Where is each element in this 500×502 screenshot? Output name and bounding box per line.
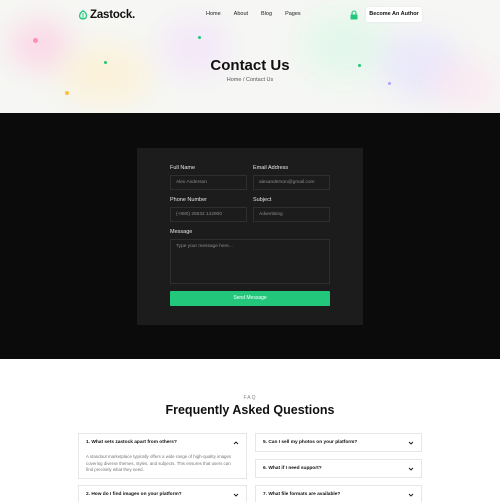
phone-label: Phone Number	[170, 197, 207, 203]
contact-section: Full Name Alex Anderson Email Address al…	[0, 113, 500, 359]
faq-title: Frequently Asked Questions	[165, 403, 335, 417]
full-name-field[interactable]: Alex Anderson	[170, 175, 247, 190]
chevron-down-icon[interactable]	[233, 492, 239, 498]
phone-field[interactable]: (+880) 25632 142900	[170, 207, 247, 222]
top-nav: Zastock. Home About Blog Pages Become An…	[0, 6, 500, 26]
subject-label: Subject	[253, 197, 272, 203]
logo[interactable]: Zastock.	[78, 9, 135, 21]
become-author-button[interactable]: Become An Author	[366, 7, 422, 22]
faq-item-5[interactable]: 5. Can I sell my photos on your platform…	[255, 433, 422, 452]
message-label: Message	[170, 229, 193, 235]
menu-item-home[interactable]: Home	[206, 11, 221, 17]
faq-question[interactable]: 2. How do I find images on your platform…	[86, 492, 182, 497]
faq-item-6[interactable]: 6. What if I need support?	[255, 459, 422, 478]
faq-question[interactable]: 5. Can I sell my photos on your platform…	[263, 440, 357, 445]
chevron-down-icon[interactable]	[408, 466, 414, 472]
menu-item-about[interactable]: About	[234, 11, 248, 17]
faq-eyebrow: FAQ	[243, 395, 257, 401]
faq-question[interactable]: 1. What sets zastock apart from others?	[86, 440, 177, 445]
decor-blob	[60, 45, 150, 105]
lock-icon[interactable]	[349, 10, 359, 20]
faq-question[interactable]: 6. What if I need support?	[263, 466, 322, 471]
faq-item-2[interactable]: 2. How do I find images on your platform…	[78, 485, 247, 502]
breadcrumb: Home / Contact Us	[226, 77, 274, 83]
menu-item-pages[interactable]: Pages	[285, 11, 301, 17]
chevron-down-icon[interactable]	[408, 440, 414, 446]
email-field[interactable]: alexanderson@gmail.com	[253, 175, 330, 190]
faq-question[interactable]: 7. What file formats are available?	[263, 492, 340, 497]
main-menu: Home About Blog Pages	[206, 11, 301, 17]
email-label: Email Address	[253, 165, 289, 171]
logo-text: Zastock.	[90, 9, 136, 21]
page-title: Contact Us	[210, 57, 290, 74]
subject-field[interactable]: Advertising	[253, 207, 330, 222]
leaf-logo-icon	[79, 10, 88, 20]
faq-item-7[interactable]: 7. What file formats are available?	[255, 485, 422, 502]
contact-form: Full Name Alex Anderson Email Address al…	[137, 148, 363, 325]
hero-section: Zastock. Home About Blog Pages Become An…	[0, 0, 500, 113]
full-name-label: Full Name	[170, 165, 196, 171]
decor-dot	[198, 36, 201, 39]
decor-dot	[33, 38, 38, 43]
message-textarea[interactable]: Type your message here...	[170, 239, 330, 284]
chevron-up-icon[interactable]	[233, 440, 239, 446]
faq-answer: A standout marketplace typically offers …	[86, 454, 232, 473]
menu-item-blog[interactable]: Blog	[261, 11, 272, 17]
decor-dot	[65, 91, 69, 95]
chevron-down-icon[interactable]	[408, 492, 414, 498]
send-message-button[interactable]: Send Message	[170, 291, 330, 306]
faq-item-1[interactable]: 1. What sets zastock apart from others? …	[78, 433, 247, 479]
